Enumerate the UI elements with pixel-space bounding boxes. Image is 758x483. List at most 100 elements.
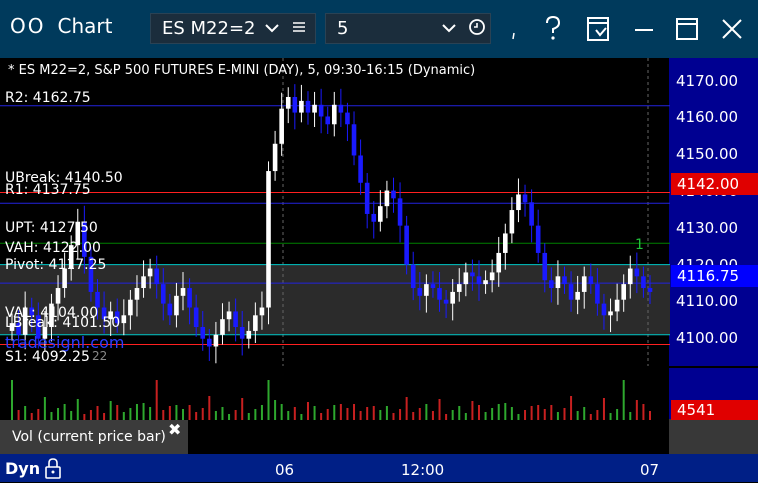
workspace-icon[interactable] <box>582 12 616 46</box>
volume-bar <box>254 409 257 420</box>
candle-body <box>358 155 363 183</box>
volume-bar <box>425 404 428 420</box>
volume-bar <box>385 406 388 420</box>
volume-bar <box>464 413 467 420</box>
chevron-down-icon[interactable] <box>440 16 458 43</box>
volume-bar <box>399 409 402 420</box>
volume-chart[interactable] <box>0 366 670 420</box>
price-tick: 4170.00 <box>676 72 739 90</box>
volume-bar <box>50 412 53 420</box>
window-title-text: Chart <box>57 14 113 38</box>
candle-body <box>549 280 554 289</box>
candle-body <box>595 284 600 304</box>
candle-body <box>226 311 232 320</box>
level-label-s1: S1: 4092.25 <box>5 349 90 365</box>
candle-body <box>568 284 574 300</box>
volume-bar <box>530 406 533 420</box>
volume-bar <box>451 410 454 420</box>
volume-bar <box>616 409 619 420</box>
volume-bar <box>142 403 145 420</box>
volume-bar <box>168 406 171 420</box>
volume-bar <box>280 404 283 420</box>
volume-bar <box>135 404 138 420</box>
price-tick: 4100.00 <box>676 329 739 347</box>
candle-body <box>160 284 166 304</box>
level-label-lbreak: LBreak: 4101.50 <box>5 315 121 331</box>
volume-bar <box>320 413 323 420</box>
volume-bar <box>175 405 178 420</box>
candle-body <box>575 291 580 300</box>
help-icon[interactable] <box>536 12 570 46</box>
volume-bar <box>89 410 92 420</box>
level-label-vah: VAH: 4122.00 <box>5 240 101 256</box>
price-tick: 4110.00 <box>676 292 739 310</box>
volume-bar <box>497 404 500 420</box>
candle-body <box>121 315 127 324</box>
volume-bar <box>392 413 395 420</box>
volume-bar <box>228 414 231 420</box>
price-axis[interactable] <box>669 58 758 366</box>
volume-badge: 4541 <box>671 400 758 420</box>
volume-bar <box>517 414 520 420</box>
candle-body <box>450 291 455 304</box>
volume-bar <box>76 399 79 420</box>
volume-bar <box>504 403 507 420</box>
minimize-icon[interactable] <box>627 12 661 46</box>
candle-body <box>338 104 344 113</box>
candle-body <box>134 288 140 300</box>
list-icon[interactable] <box>291 16 307 43</box>
candle-body <box>634 268 640 277</box>
candle-body <box>233 311 238 328</box>
link-group-icon[interactable]: OO <box>10 14 45 38</box>
lock-icon[interactable] <box>43 457 63 483</box>
candle-body <box>529 202 534 226</box>
window-title: OO Chart <box>10 14 112 38</box>
candle-body <box>285 96 291 109</box>
candle-body <box>516 194 521 211</box>
candle-body <box>391 190 396 199</box>
symbol-select[interactable]: ES M22=2 <box>150 13 316 44</box>
candle-body <box>424 284 429 296</box>
chart-header: * ES M22=2, S&P 500 FUTURES E-MINI (DAY)… <box>8 63 476 78</box>
volume-bar <box>30 413 33 420</box>
volume-bar <box>201 408 204 420</box>
volume-bar <box>622 380 625 420</box>
clock-icon[interactable] <box>467 16 487 43</box>
candle-body <box>614 299 620 312</box>
close-icon[interactable] <box>715 12 749 46</box>
volume-bar <box>491 408 494 420</box>
chevron-down-icon[interactable] <box>263 16 281 43</box>
candle-body <box>220 319 225 335</box>
candle-body <box>522 194 528 203</box>
volume-bar <box>484 412 487 420</box>
pen-icon[interactable] <box>500 12 534 46</box>
candle-body <box>55 288 61 304</box>
volume-bar <box>214 411 217 420</box>
candle-body <box>509 210 515 234</box>
candle-body <box>404 225 409 265</box>
candle-body <box>443 299 449 304</box>
interval-select[interactable]: 5 <box>325 13 491 44</box>
volume-bar <box>103 413 106 420</box>
candle-body <box>331 104 337 125</box>
candle-body <box>351 124 357 156</box>
maximize-icon[interactable] <box>670 12 704 46</box>
volume-bar <box>629 412 632 420</box>
volume-bar <box>458 406 461 420</box>
candle-body <box>167 303 173 316</box>
volume-bar <box>589 414 592 420</box>
volume-bar <box>346 408 349 420</box>
candle-body <box>470 272 475 277</box>
volume-bar <box>372 406 375 420</box>
volume-bar <box>359 411 362 420</box>
ubreak-price-badge: 4142.00 <box>671 173 758 195</box>
candle-body <box>608 311 613 316</box>
dyn-label[interactable]: Dyn <box>5 459 40 478</box>
close-icon[interactable]: ✖ <box>168 420 181 439</box>
candle-body <box>417 288 423 296</box>
candle-body <box>213 334 219 347</box>
volume-bar <box>57 408 60 420</box>
time-tick: 06 <box>275 461 295 479</box>
price-tick: 4160.00 <box>676 108 739 126</box>
candle-body <box>364 182 370 214</box>
